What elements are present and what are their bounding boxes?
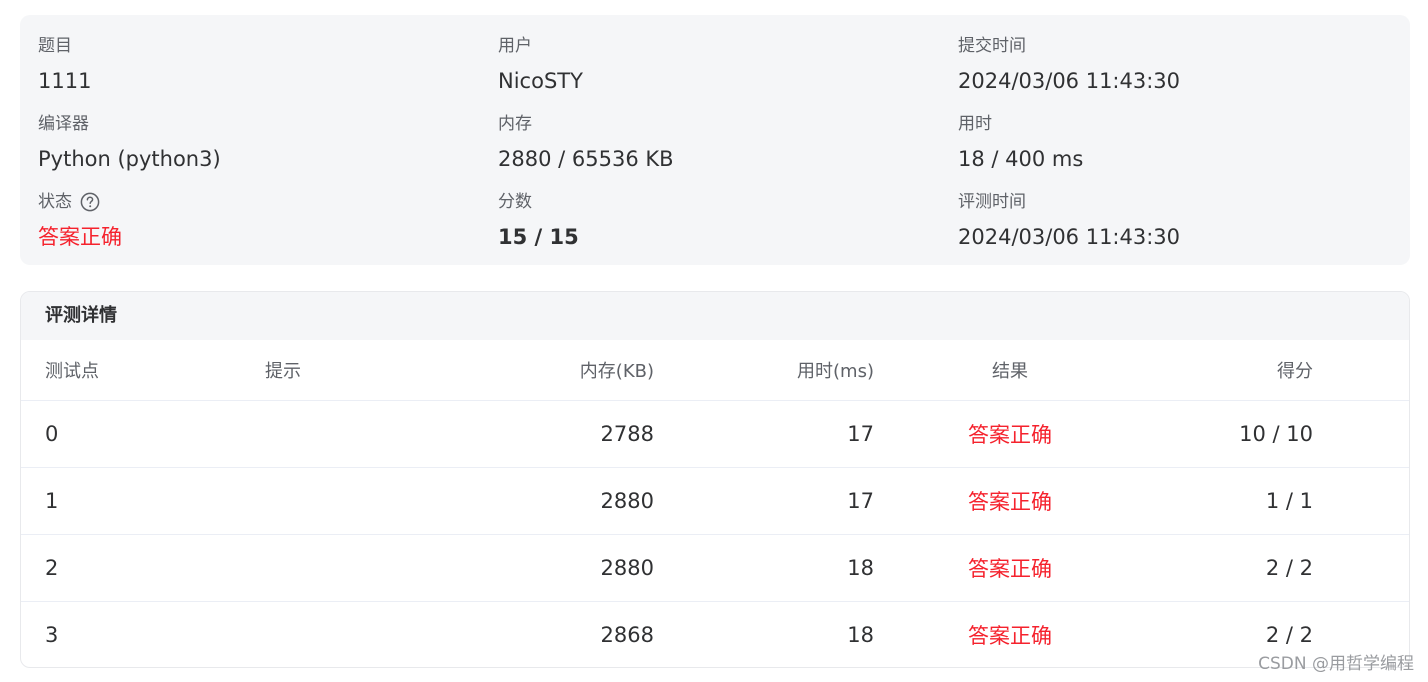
time-used-value: 18 / 400 ms <box>958 147 1084 171</box>
judge-time-label: 评测时间 <box>958 192 1026 212</box>
user-value[interactable]: NicoSTY <box>498 67 583 95</box>
info-problem: 题目 1111 <box>38 34 91 95</box>
column-header-result: 结果 <box>992 361 1028 382</box>
test-time: 18 <box>847 623 874 647</box>
score-value: 15 / 15 <box>498 225 579 249</box>
submission-info-card: 题目 1111 用户 NicoSTY 提交时间 2024/03/06 11:43… <box>20 15 1410 265</box>
submit-time-value: 2024/03/06 11:43:30 <box>958 69 1181 93</box>
column-header-hint: 提示 <box>265 361 301 382</box>
judge-detail-card: 评测详情 测试点 提示 内存(KB) 用时(ms) 结果 得分 0 2788 1… <box>20 291 1410 668</box>
problem-label: 题目 <box>38 36 72 56</box>
column-header-score: 得分 <box>1277 361 1313 382</box>
info-judge-time: 评测时间 2024/03/06 11:43:30 <box>958 190 1180 251</box>
info-score: 分数 15 / 15 <box>498 190 579 251</box>
info-time-used: 用时 18 / 400 ms <box>958 112 1083 173</box>
test-memory: 2868 <box>600 623 654 647</box>
judge-detail-title: 评测详情 <box>21 292 1409 340</box>
test-result: 答案正确 <box>968 423 1052 447</box>
user-label: 用户 <box>498 36 532 56</box>
table-header: 测试点 提示 内存(KB) 用时(ms) 结果 得分 <box>21 340 1409 401</box>
info-compiler: 编译器 Python (python3) <box>38 112 221 173</box>
test-memory: 2880 <box>600 556 654 580</box>
table-row: 3 2868 18 答案正确 2 / 2 <box>21 602 1409 667</box>
submit-time-label: 提交时间 <box>958 36 1026 56</box>
problem-value[interactable]: 1111 <box>38 67 91 95</box>
test-result: 答案正确 <box>968 490 1052 514</box>
test-result: 答案正确 <box>968 557 1052 581</box>
status-value: 答案正确 <box>38 225 122 249</box>
table-row: 2 2880 18 答案正确 2 / 2 <box>21 535 1409 602</box>
info-status: 状态 答案正确 <box>38 190 122 251</box>
watermark: CSDN @用哲学编程 <box>1258 654 1414 674</box>
test-memory: 2880 <box>600 489 654 513</box>
info-submit-time: 提交时间 2024/03/06 11:43:30 <box>958 34 1180 95</box>
question-circle-icon[interactable] <box>80 192 100 212</box>
table-row: 1 2880 17 答案正确 1 / 1 <box>21 468 1409 535</box>
test-point: 3 <box>45 623 59 647</box>
table-row: 0 2788 17 答案正确 10 / 10 <box>21 401 1409 468</box>
memory-value: 2880 / 65536 KB <box>498 147 674 171</box>
time-used-label: 用时 <box>958 114 992 134</box>
judge-time-value: 2024/03/06 11:43:30 <box>958 225 1181 249</box>
test-time: 17 <box>847 489 874 513</box>
status-label: 状态 <box>38 192 72 212</box>
column-header-memory: 内存(KB) <box>579 361 654 382</box>
test-memory: 2788 <box>600 422 654 446</box>
memory-label: 内存 <box>498 114 532 134</box>
column-header-point: 测试点 <box>45 361 99 382</box>
test-point: 1 <box>45 489 59 513</box>
test-time: 18 <box>847 556 874 580</box>
test-point: 2 <box>45 556 59 580</box>
test-result: 答案正确 <box>968 624 1052 648</box>
column-header-time: 用时(ms) <box>797 361 874 382</box>
score-label: 分数 <box>498 192 532 212</box>
test-point: 0 <box>45 422 59 446</box>
test-score: 1 / 1 <box>1265 489 1313 513</box>
test-score: 10 / 10 <box>1239 422 1313 446</box>
test-score: 2 / 2 <box>1265 556 1313 580</box>
info-memory: 内存 2880 / 65536 KB <box>498 112 674 173</box>
info-user: 用户 NicoSTY <box>498 34 583 95</box>
compiler-label: 编译器 <box>38 114 89 134</box>
test-time: 17 <box>847 422 874 446</box>
status-label-row: 状态 <box>38 190 122 214</box>
compiler-value: Python (python3) <box>38 147 221 171</box>
